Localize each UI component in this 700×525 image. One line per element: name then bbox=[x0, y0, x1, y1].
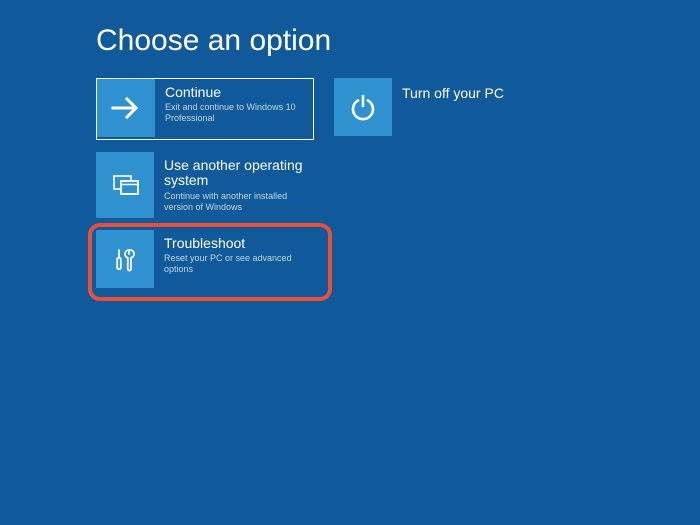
page-title: Choose an option bbox=[96, 24, 331, 58]
option-troubleshoot-desc: Reset your PC or see advanced options bbox=[164, 253, 299, 275]
arrow-right-icon bbox=[97, 79, 155, 137]
option-turn-off-text: Turn off your PC bbox=[392, 78, 512, 109]
option-turn-off[interactable]: Turn off your PC bbox=[334, 78, 552, 138]
option-column-right: Turn off your PC bbox=[334, 78, 552, 150]
windows-icon bbox=[96, 152, 154, 218]
option-continue-text: Continue Exit and continue to Windows 10… bbox=[155, 79, 308, 130]
option-use-another-label: Use another operating system bbox=[164, 158, 306, 189]
power-icon bbox=[334, 78, 392, 136]
option-use-another-desc: Continue with another installed version … bbox=[164, 191, 299, 213]
option-continue-label: Continue bbox=[165, 85, 300, 100]
option-continue[interactable]: Continue Exit and continue to Windows 10… bbox=[96, 78, 314, 140]
option-troubleshoot-label: Troubleshoot bbox=[164, 236, 299, 251]
option-turn-off-label: Turn off your PC bbox=[402, 86, 504, 101]
option-troubleshoot[interactable]: Troubleshoot Reset your PC or see advanc… bbox=[96, 230, 314, 290]
winre-choose-option-screen: Choose an option Continue Exit and conti… bbox=[0, 0, 700, 525]
option-continue-desc: Exit and continue to Windows 10 Professi… bbox=[165, 102, 300, 124]
option-use-another-text: Use another operating system Continue wi… bbox=[154, 152, 314, 218]
option-troubleshoot-text: Troubleshoot Reset your PC or see advanc… bbox=[154, 230, 307, 281]
option-use-another-os[interactable]: Use another operating system Continue wi… bbox=[96, 152, 314, 218]
tools-icon bbox=[96, 230, 154, 288]
